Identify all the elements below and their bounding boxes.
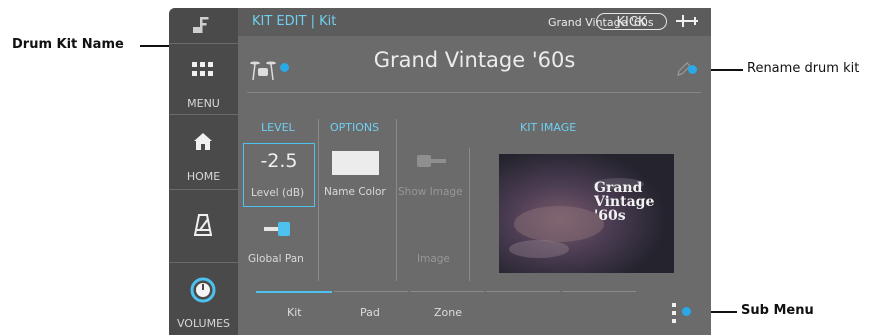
tab-zone[interactable]: Zone <box>434 306 462 319</box>
global-pan-control[interactable] <box>264 222 292 236</box>
sidebar-item-metronome[interactable] <box>169 190 238 263</box>
show-image-label: Show Image <box>398 186 463 198</box>
page-title: KIT EDIT | Kit <box>252 14 337 29</box>
tab-pad[interactable]: Pad <box>360 306 380 319</box>
sub-menu-icon[interactable] <box>671 303 677 323</box>
kit-image-text-line3: '60s <box>594 208 626 224</box>
kit-image-text-line2: Vintage <box>594 194 655 210</box>
annotation-sub-menu: Sub Menu <box>741 303 814 318</box>
sidebar-label-menu: MENU <box>187 97 220 110</box>
metronome-icon <box>194 214 212 236</box>
sidebar-item-home[interactable]: HOME <box>169 115 238 190</box>
level-control[interactable]: -2.5 Level (dB) <box>243 143 315 207</box>
instrument-selector[interactable]: KICK <box>596 13 667 30</box>
home-icon <box>194 133 212 150</box>
image-label: Image <box>417 253 450 265</box>
section-kit-image-header: KIT IMAGE <box>520 121 577 134</box>
kit-image[interactable]: Grand Vintage '60s <box>499 154 674 273</box>
tab-underline-2 <box>410 291 484 292</box>
section-level-header: LEVEL <box>261 121 295 134</box>
kit-name: Grand Vintage '60s <box>373 48 576 72</box>
sidebar: MENU HOME VOLUMES <box>169 8 238 335</box>
section-divider-2 <box>396 119 397 281</box>
annotation-drum-kit-name: Drum Kit Name <box>12 37 124 52</box>
annotation-rename-drum-kit: Rename drum kit <box>747 61 860 76</box>
sidebar-label-home: HOME <box>186 170 221 183</box>
section-options-header: OPTIONS <box>330 121 380 134</box>
grid-menu-icon <box>192 62 213 76</box>
section-divider-1 <box>318 119 319 281</box>
tab-underline-1 <box>334 291 408 292</box>
callout-dot-sub-menu <box>682 307 691 316</box>
kit-name-underline <box>247 92 701 93</box>
name-color-swatch[interactable] <box>332 151 379 175</box>
global-pan-label: Global Pan <box>248 253 304 265</box>
tab-underline-3 <box>486 291 560 292</box>
section-divider-3 <box>469 148 470 281</box>
tab-underline-4 <box>562 291 636 292</box>
level-value: -2.5 <box>260 150 298 172</box>
pin-icon[interactable] <box>675 14 699 28</box>
name-color-label: Name Color <box>324 186 386 198</box>
level-label: Level (dB) <box>251 187 305 199</box>
callout-dot-rename <box>688 65 697 74</box>
show-image-toggle[interactable] <box>417 155 447 167</box>
kit-image-text-line1: Grand <box>594 180 643 196</box>
sidebar-label-volumes: VOLUMES <box>176 317 231 330</box>
tab-kit[interactable]: Kit <box>287 306 302 319</box>
tab-underline-active <box>256 291 332 293</box>
sidebar-logo[interactable] <box>169 8 238 44</box>
volume-knob-icon <box>190 277 216 303</box>
logo-icon <box>193 17 209 33</box>
sidebar-item-volumes[interactable]: VOLUMES <box>169 263 238 335</box>
sidebar-item-menu[interactable]: MENU <box>169 44 238 115</box>
device-screen: MENU HOME VOLUMES KIT EDIT | Kit Grand V… <box>169 8 711 335</box>
kit-image-text: Grand Vintage '60s <box>594 181 654 223</box>
